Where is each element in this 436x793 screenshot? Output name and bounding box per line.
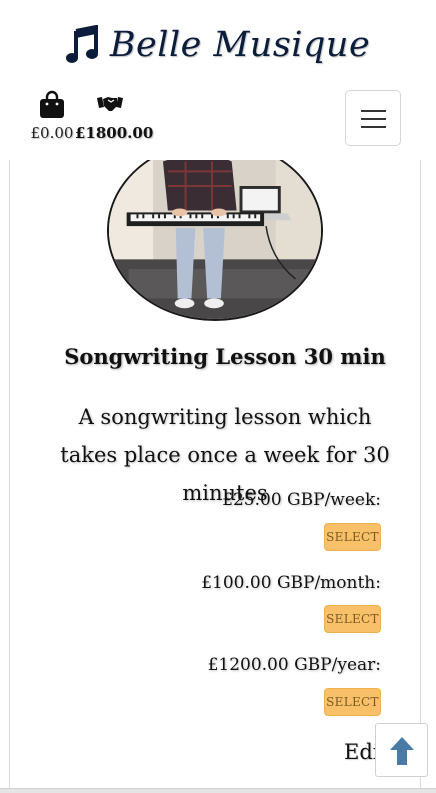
bag-total: £0.00 <box>30 124 74 142</box>
deals-link[interactable]: £1800.00 <box>75 92 154 142</box>
brand-name: Belle Musique <box>109 25 371 65</box>
hamburger-icon <box>361 110 386 112</box>
product-image <box>107 140 323 321</box>
select-yearly-button[interactable]: SELECT <box>324 688 381 716</box>
page-bottom-edge <box>0 788 436 793</box>
back-to-top-button[interactable] <box>375 723 428 777</box>
shopping-bag-icon <box>40 90 64 118</box>
site-header: Belle Musique £0.00 £1800.00 <box>0 0 436 160</box>
hamburger-icon-bar <box>361 126 386 128</box>
music-note-icon <box>65 25 98 63</box>
handshake-icon <box>97 97 123 111</box>
deals-total: £1800.00 <box>75 124 154 142</box>
brand-logo[interactable]: Belle Musique <box>0 14 436 76</box>
hamburger-icon-bar <box>361 118 386 120</box>
shopping-bag-link[interactable]: £0.00 <box>30 90 74 142</box>
select-monthly-button[interactable]: SELECT <box>324 605 381 633</box>
plan-price-monthly: £100.00 GBP/month: <box>201 573 381 593</box>
arrow-up-icon <box>390 737 414 765</box>
plan-price-weekly: £25.00 GBP/week: <box>222 490 381 510</box>
menu-toggle-button[interactable] <box>345 90 401 146</box>
plan-price-yearly: £1200.00 GBP/year: <box>207 655 381 675</box>
product-title: Songwriting Lesson 30 min <box>64 344 386 369</box>
select-weekly-button[interactable]: SELECT <box>324 523 381 551</box>
